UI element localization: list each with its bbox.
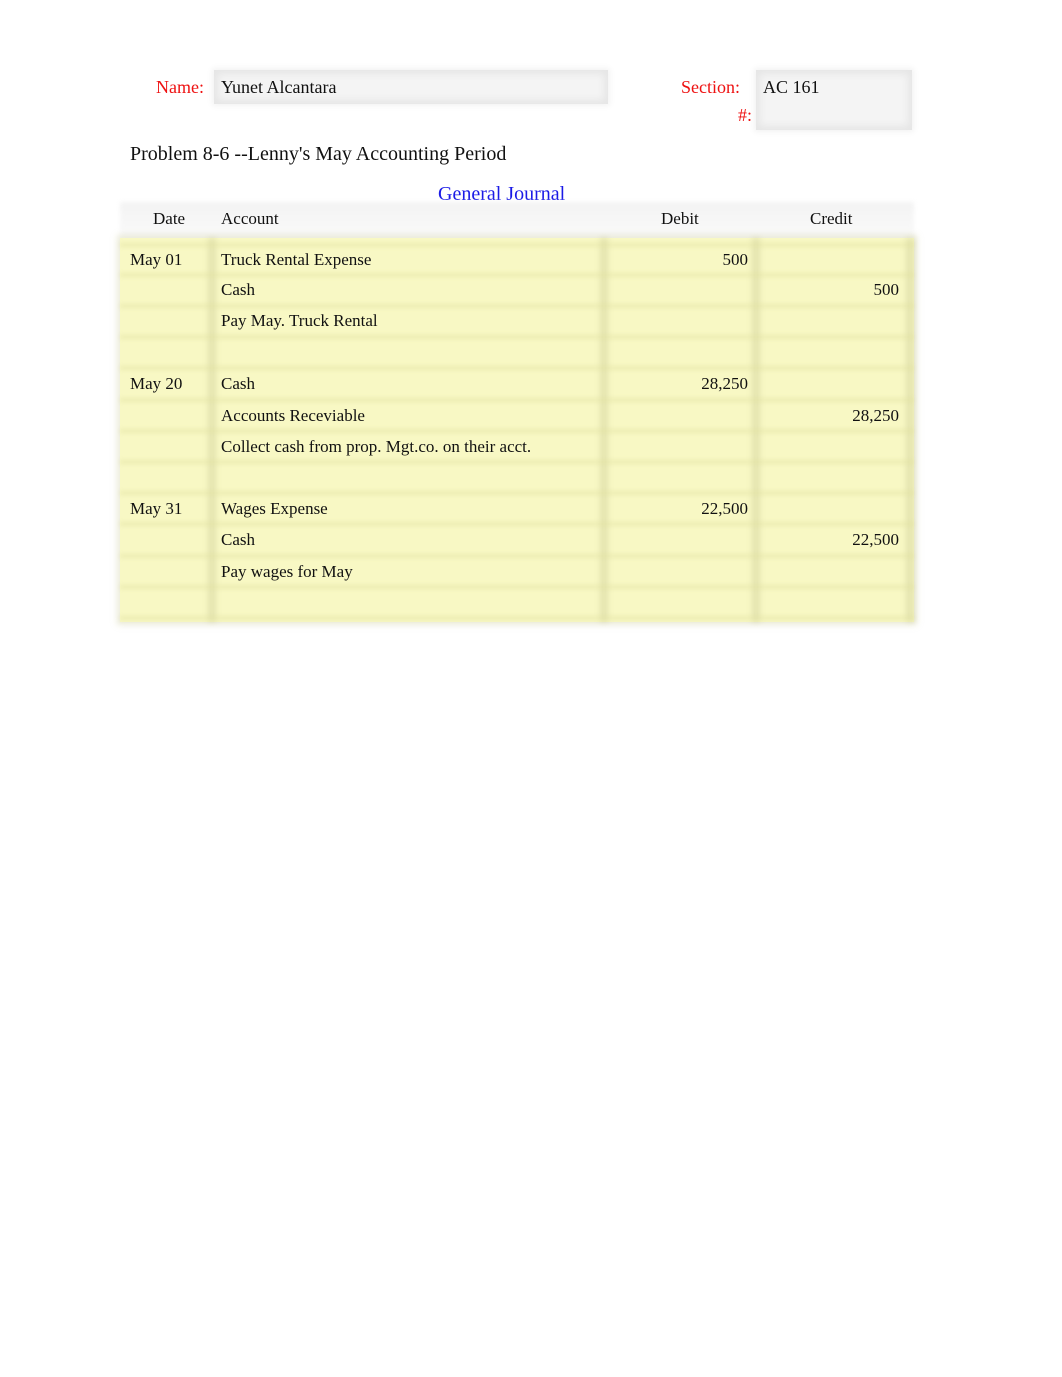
journal-credit-cell[interactable]: 500	[760, 280, 900, 300]
grid-row-line	[120, 243, 914, 247]
grid-row-line	[120, 335, 914, 339]
journal-debit-cell[interactable]: 28,250	[610, 374, 748, 394]
column-header-date: Date	[153, 209, 186, 228]
grid-row-line	[120, 554, 914, 558]
journal-date-cell[interactable]: May 20	[130, 374, 210, 394]
journal-debit-cell[interactable]: 500	[610, 250, 749, 270]
journal-account-cell[interactable]: Collect cash from prop. Mgt.co. on their…	[221, 437, 601, 457]
journal-account-cell[interactable]: Cash	[221, 280, 601, 300]
grid-row-line	[120, 460, 914, 464]
number-label: #:	[738, 105, 753, 125]
journal-account-cell[interactable]: Truck Rental Expense	[221, 250, 601, 270]
section-label: Section:	[681, 77, 740, 97]
journal-credit-cell[interactable]: 28,250	[760, 406, 899, 426]
grid-row-line	[120, 491, 914, 495]
grid-row-line	[120, 304, 914, 308]
problem-title: Problem 8-6 --Lenny's May Accounting Per…	[130, 143, 507, 165]
grid-row-line	[120, 585, 914, 589]
name-label: Name:	[156, 77, 204, 97]
journal-account-cell[interactable]: Wages Expense	[221, 499, 601, 519]
journal-credit-cell[interactable]: 22,500	[760, 530, 899, 550]
grid-row-line	[120, 273, 914, 277]
name-value[interactable]: Yunet Alcantara	[221, 77, 336, 98]
journal-account-cell[interactable]: Cash	[221, 530, 601, 550]
grid-row-line	[120, 429, 914, 433]
journal-debit-cell[interactable]: 22,500	[610, 499, 748, 519]
section-value[interactable]: AC 161	[763, 77, 820, 98]
journal-account-cell[interactable]: Cash	[221, 374, 601, 394]
journal-date-cell[interactable]: May 31	[130, 499, 210, 519]
grid-row-line	[120, 398, 914, 402]
column-header-account: Account	[221, 209, 279, 228]
grid-row-line	[120, 522, 914, 526]
journal-date-cell[interactable]: May 01	[130, 250, 210, 270]
grid-row-line	[120, 616, 914, 620]
journal-account-cell[interactable]: Pay wages for May	[221, 562, 601, 582]
journal-account-cell[interactable]: Pay May. Truck Rental	[221, 311, 601, 331]
journal-account-cell[interactable]: Accounts Receviable	[221, 406, 601, 426]
column-header-credit: Credit	[810, 209, 853, 228]
column-header-debit: Debit	[661, 209, 699, 228]
grid-row-line	[120, 366, 914, 370]
